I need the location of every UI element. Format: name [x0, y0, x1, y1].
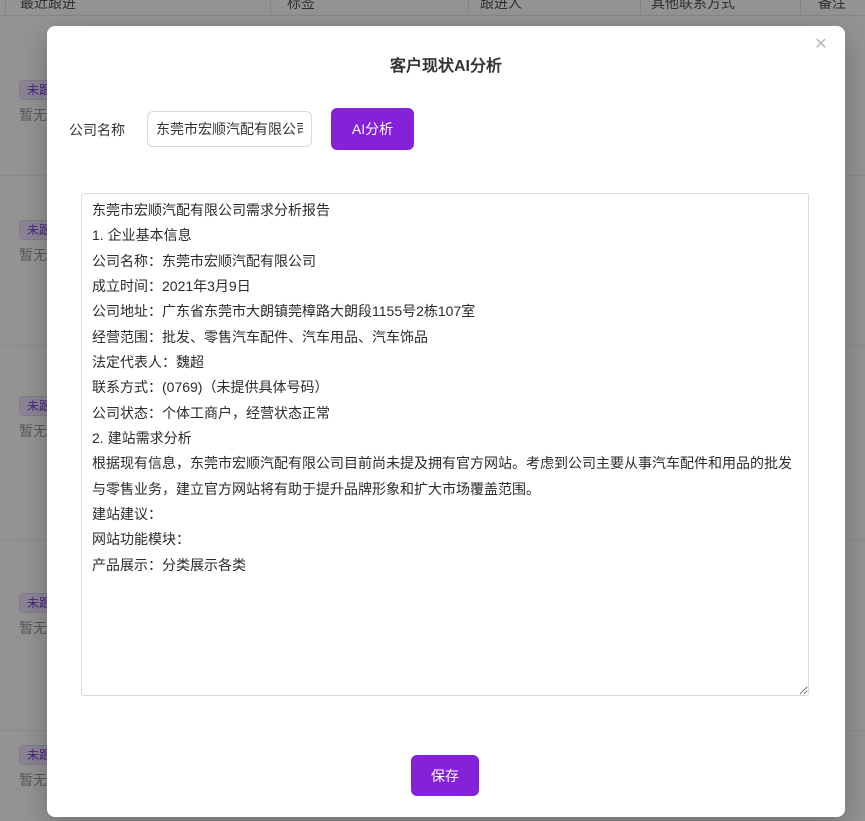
close-icon[interactable]: ✕: [809, 33, 833, 57]
company-form-row: 公司名称 AI分析: [47, 108, 845, 150]
ai-analyze-button[interactable]: AI分析: [331, 108, 414, 150]
save-button[interactable]: 保存: [411, 755, 479, 796]
customer-ai-analysis-modal: ✕ 客户现状AI分析 公司名称 AI分析 东莞市宏顺汽配有限公司需求分析报告 1…: [47, 26, 845, 817]
company-name-input[interactable]: [147, 111, 312, 147]
company-name-label: 公司名称: [69, 120, 125, 140]
modal-title: 客户现状AI分析: [47, 52, 845, 76]
screen: 最近跟进 标签 跟进人 其他联系方式 备注 未跟进 暂无 未跟进 暂无 未跟进 …: [0, 0, 865, 821]
analysis-report-textarea[interactable]: 东莞市宏顺汽配有限公司需求分析报告 1. 企业基本信息 公司名称：东莞市宏顺汽配…: [81, 193, 809, 696]
